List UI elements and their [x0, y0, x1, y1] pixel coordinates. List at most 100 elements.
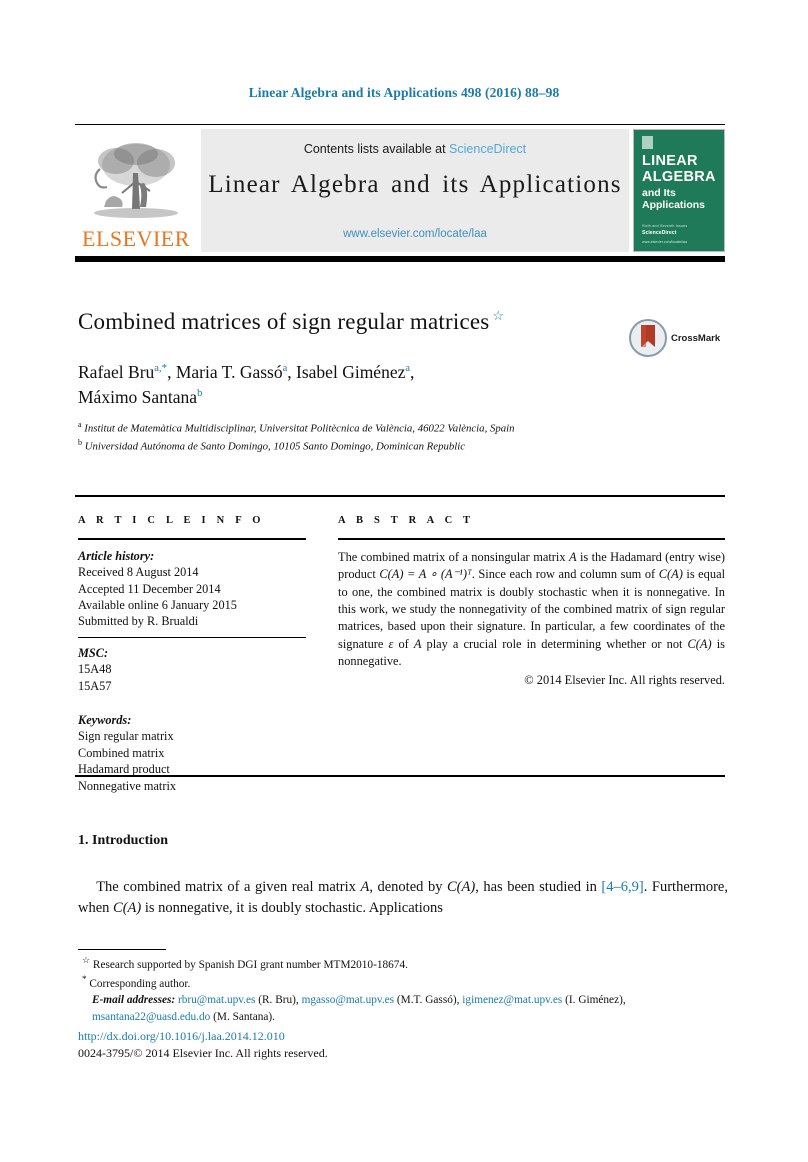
- elsevier-wordmark: ELSEVIER: [82, 226, 190, 251]
- article-history-item: Available online 6 January 2015: [78, 598, 237, 613]
- author-1-affil-mark: a,: [154, 363, 162, 375]
- cover-title-line1: LINEAR: [642, 153, 698, 169]
- article-info-heading: A R T I C L E I N F O: [78, 515, 265, 526]
- crossmark-badge[interactable]: CrossMark: [629, 318, 725, 358]
- article-history-item: Submitted by R. Brualdi: [78, 614, 199, 629]
- intro-formula-CA-2: C(A): [113, 900, 142, 917]
- abstract-heading: A B S T R A C T: [338, 515, 475, 526]
- elsevier-logo: ELSEVIER: [75, 129, 197, 252]
- footnote-separator-rule: [78, 949, 166, 951]
- footnote-funding-text: Research supported by Spanish DGI grant …: [92, 958, 408, 971]
- email-owner-4: (M. Santana).: [213, 1010, 275, 1023]
- keyword-item: Sign regular matrix: [78, 729, 174, 744]
- abstract-top-rule: [75, 495, 725, 497]
- msc-block: MSC: 15A48 15A57: [78, 645, 306, 694]
- affiliation-a-text: Institut de Matemàtica Multidisciplinar,…: [84, 422, 515, 435]
- affiliation-b-mark: b: [78, 437, 82, 447]
- email-addresses-label: E-mail addresses:: [92, 994, 176, 1007]
- article-history-item: Accepted 11 December 2014: [78, 581, 221, 596]
- keywords-block: Keywords: Sign regular matrix Combined m…: [78, 712, 306, 794]
- intro-seg-3: , has been studied in: [475, 879, 602, 895]
- abstract-seg-3: . Since each row and column sum of: [471, 567, 659, 582]
- keywords-label: Keywords:: [78, 713, 132, 728]
- abstract-var-A-1: A: [568, 550, 577, 564]
- affiliation-a: a Institut de Matemàtica Multidisciplina…: [78, 419, 638, 437]
- msc-label: MSC:: [78, 646, 109, 661]
- intro-formula-CA-1: C(A): [447, 879, 476, 895]
- keyword-item: Combined matrix: [78, 745, 165, 760]
- elsevier-tree-icon: [94, 143, 178, 218]
- author-1-corresponding-mark: *: [161, 362, 168, 375]
- article-title-text: Combined matrices of sign regular matric…: [78, 309, 490, 334]
- cover-title-line2: ALGEBRA: [642, 169, 716, 185]
- email-owner-1: (R. Bru),: [258, 994, 299, 1007]
- footnote-asterisk-marker: *: [82, 974, 87, 985]
- cover-footer-line1: Sixth and Seventh Issues: [642, 224, 688, 228]
- author-list: Rafael Brua,*, Maria T. Gassóa, Isabel G…: [78, 362, 415, 407]
- author-2-affil-mark: a: [282, 363, 288, 375]
- affiliation-a-mark: a: [78, 420, 82, 429]
- abstract-seg-1: The combined matrix of a nonsingular mat…: [338, 550, 569, 564]
- author-4-affil-mark: b: [197, 388, 203, 400]
- footnote-funding: ☆ Research supported by Spanish DGI gran…: [78, 954, 728, 973]
- keyword-item: Nonnegative matrix: [78, 778, 177, 793]
- crossmark-icon: [629, 319, 667, 357]
- author-4: Máximo Santana: [78, 386, 198, 407]
- article-info-column: A R T I C L E I N F O Article history: R…: [78, 515, 306, 794]
- footnote-corresponding: * Corresponding author.: [78, 973, 728, 992]
- contents-available-line: Contents lists available at ScienceDirec…: [201, 142, 629, 156]
- abstract-formula-2: C(A): [658, 567, 683, 582]
- introduction-paragraph: The combined matrix of a given real matr…: [78, 877, 728, 919]
- journal-cover-thumbnail[interactable]: LINEAR ALGEBRA and Its Applications Sixt…: [633, 129, 725, 252]
- sciencedirect-link[interactable]: ScienceDirect: [449, 142, 526, 156]
- abstract-formula-3: C(A): [687, 636, 712, 651]
- cover-title-line4: Applications: [642, 199, 706, 211]
- abstract-text: The combined matrix of a nonsingular mat…: [338, 549, 725, 671]
- abstract-seg-5: of: [393, 636, 414, 651]
- msc-item: 15A57: [78, 678, 112, 693]
- reference-link[interactable]: [4–6,9]: [601, 879, 643, 895]
- article-info-rule: [78, 538, 306, 540]
- masthead-bottom-rule: [75, 256, 725, 262]
- article-history-label: Article history:: [78, 549, 155, 563]
- author-2: Maria T. Gassó: [175, 362, 283, 382]
- email-link-4[interactable]: msantana22@uasd.edu.do: [92, 1011, 210, 1023]
- affiliation-b-text: Universidad Autónoma de Santo Domingo, 1…: [84, 440, 466, 453]
- footnote-corresponding-text: Corresponding author.: [89, 977, 191, 990]
- contents-box: Contents lists available at ScienceDirec…: [201, 129, 629, 252]
- section-heading-introduction: 1. Introduction: [78, 833, 168, 848]
- author-3-affil-mark: a: [405, 363, 411, 375]
- affiliation-b: b Universidad Autónoma de Santo Domingo,…: [78, 437, 638, 455]
- intro-var-A: A: [360, 879, 370, 895]
- footnote-block: ☆ Research supported by Spanish DGI gran…: [78, 954, 728, 1025]
- msc-item: 15A48: [78, 662, 112, 677]
- article-history-block: Article history: Received 8 August 2014 …: [78, 548, 306, 630]
- abstract-copyright: © 2014 Elsevier Inc. All rights reserved…: [524, 672, 725, 687]
- title-footnote-marker[interactable]: ☆: [489, 308, 504, 323]
- author-1: Rafael Bru: [78, 362, 155, 382]
- abstract-rule: [338, 538, 725, 540]
- issn-copyright: 0024-3795/© 2014 Elsevier Inc. All right…: [78, 1046, 328, 1061]
- footer-block: http://dx.doi.org/10.1016/j.laa.2014.12.…: [78, 1028, 728, 1063]
- doi-link[interactable]: http://dx.doi.org/10.1016/j.laa.2014.12.…: [78, 1028, 728, 1045]
- author-3: Isabel Giménez: [296, 362, 406, 382]
- email-link-2[interactable]: mgasso@mat.upv.es: [302, 994, 395, 1006]
- paper-page: Linear Algebra and its Applications 498 …: [0, 0, 808, 1162]
- abstract-seg-6: play a crucial role in determining wheth…: [421, 636, 688, 651]
- page-title: Combined matrices of sign regular matric…: [78, 308, 608, 337]
- msc-divider: [78, 636, 306, 639]
- journal-url-link[interactable]: www.elsevier.com/locate/laa: [201, 228, 629, 240]
- journal-masthead: ELSEVIER Contents lists available at Sci…: [75, 124, 725, 252]
- email-link-1[interactable]: rbru@mat.upv.es: [178, 994, 255, 1006]
- intro-seg-1: The combined matrix of a given real matr…: [96, 879, 361, 895]
- email-owner-3: (I. Giménez),: [565, 994, 626, 1007]
- email-link-3[interactable]: igimenez@mat.upv.es: [462, 994, 562, 1006]
- article-history-item: Received 8 August 2014: [78, 565, 199, 580]
- cover-footer-line3: www.elsevier.com/locate/laa: [642, 240, 687, 244]
- crossmark-label: CrossMark: [671, 332, 721, 344]
- footnote-emails: E-mail addresses: rbru@mat.upv.es (R. Br…: [78, 992, 728, 1025]
- journal-title: Linear Algebra and its Applications: [208, 171, 622, 198]
- cover-footer-line2: ScienceDirect: [642, 230, 677, 236]
- cover-title-line3: and Its: [642, 187, 676, 199]
- footnote-star-marker: ☆: [82, 955, 91, 965]
